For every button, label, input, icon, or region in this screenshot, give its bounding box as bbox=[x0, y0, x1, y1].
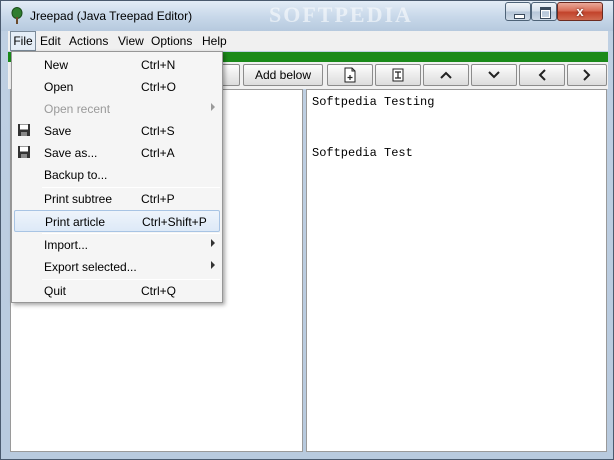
menu-item-quit[interactable]: Quit Ctrl+Q bbox=[14, 280, 220, 302]
menu-item-backup-to[interactable]: Backup to... bbox=[14, 164, 220, 186]
menu-item-shortcut: Ctrl+A bbox=[141, 146, 175, 160]
add-below-button[interactable]: Add below bbox=[243, 64, 323, 86]
move-down-icon bbox=[488, 71, 500, 79]
minimize-button[interactable] bbox=[505, 2, 531, 21]
watermark: SOFTPEDIA bbox=[269, 2, 413, 27]
toolbar-button-partial[interactable] bbox=[220, 64, 240, 86]
menu-actions[interactable]: Actions bbox=[69, 31, 108, 51]
tree-icon bbox=[11, 7, 23, 24]
menu-item-shortcut: Ctrl+O bbox=[141, 80, 177, 94]
maximize-button[interactable] bbox=[531, 2, 557, 21]
menu-item-label: Save as... bbox=[44, 146, 98, 160]
close-button[interactable]: x bbox=[557, 2, 603, 21]
menu-item-open[interactable]: Open Ctrl+O bbox=[14, 76, 220, 98]
menu-item-shortcut: Ctrl+Shift+P bbox=[142, 215, 207, 229]
floppy-disk-icon bbox=[18, 124, 30, 136]
menu-item-label: Import... bbox=[44, 238, 89, 252]
menu-item-label: New bbox=[44, 58, 69, 72]
article-line: Softpedia Test bbox=[312, 146, 413, 160]
menu-file[interactable]: File bbox=[10, 31, 36, 51]
menu-item-label: Save bbox=[44, 124, 72, 138]
menu-item-label: Backup to... bbox=[44, 168, 108, 182]
indent-right-icon bbox=[583, 69, 591, 81]
menu-item-open-recent[interactable]: Open recent bbox=[14, 98, 220, 120]
article-pane[interactable]: Softpedia Testing Softpedia Test bbox=[306, 89, 607, 452]
menu-item-print-subtree[interactable]: Print subtree Ctrl+P bbox=[14, 188, 220, 210]
menu-view[interactable]: View bbox=[118, 31, 144, 51]
move-up-icon bbox=[440, 71, 452, 79]
menu-item-save-as[interactable]: Save as... Ctrl+A bbox=[14, 142, 220, 164]
new-child-icon bbox=[344, 67, 356, 83]
menu-item-shortcut: Ctrl+P bbox=[141, 192, 175, 206]
menu-item-shortcut: Ctrl+S bbox=[141, 124, 175, 138]
window-title: Jreepad (Java Treepad Editor) bbox=[30, 9, 193, 23]
indent-right-button[interactable] bbox=[567, 64, 607, 86]
move-up-button[interactable] bbox=[423, 64, 469, 86]
app-window: Jreepad (Java Treepad Editor) SOFTPEDIA … bbox=[0, 0, 614, 460]
submenu-arrow-icon bbox=[211, 261, 215, 269]
indent-left-button[interactable] bbox=[519, 64, 565, 86]
menu-item-label: Print article bbox=[45, 215, 106, 229]
edit-node-icon bbox=[392, 68, 404, 82]
menu-bar: File Edit Actions View Options Help bbox=[8, 31, 608, 51]
edit-node-button[interactable] bbox=[375, 64, 421, 86]
new-child-button[interactable] bbox=[327, 64, 373, 86]
file-menu-dropdown: New Ctrl+N Open Ctrl+O Open recent Save … bbox=[11, 51, 223, 303]
menu-item-label: Quit bbox=[44, 284, 67, 298]
menu-item-label: Print subtree bbox=[44, 192, 113, 206]
indent-left-icon bbox=[538, 69, 546, 81]
menu-item-print-article[interactable]: Print article Ctrl+Shift+P bbox=[14, 210, 220, 232]
menu-item-save[interactable]: Save Ctrl+S bbox=[14, 120, 220, 142]
menu-help[interactable]: Help bbox=[202, 31, 227, 51]
menu-edit[interactable]: Edit bbox=[40, 31, 61, 51]
menu-item-label: Export selected... bbox=[44, 260, 137, 274]
submenu-arrow-icon bbox=[211, 103, 215, 111]
menu-item-new[interactable]: New Ctrl+N bbox=[14, 54, 220, 76]
menu-item-import[interactable]: Import... bbox=[14, 234, 220, 256]
menu-item-export-selected[interactable]: Export selected... bbox=[14, 256, 220, 278]
move-down-button[interactable] bbox=[471, 64, 517, 86]
floppy-disk-icon bbox=[18, 146, 30, 158]
title-bar[interactable]: Jreepad (Java Treepad Editor) SOFTPEDIA … bbox=[1, 1, 613, 31]
article-line: Softpedia Testing bbox=[312, 95, 435, 109]
submenu-arrow-icon bbox=[211, 239, 215, 247]
menu-item-shortcut: Ctrl+N bbox=[141, 58, 176, 72]
menu-item-shortcut: Ctrl+Q bbox=[141, 284, 177, 298]
menu-options[interactable]: Options bbox=[151, 31, 192, 51]
menu-item-label: Open bbox=[44, 80, 74, 94]
menu-item-label: Open recent bbox=[44, 102, 111, 116]
close-icon: x bbox=[576, 4, 584, 19]
